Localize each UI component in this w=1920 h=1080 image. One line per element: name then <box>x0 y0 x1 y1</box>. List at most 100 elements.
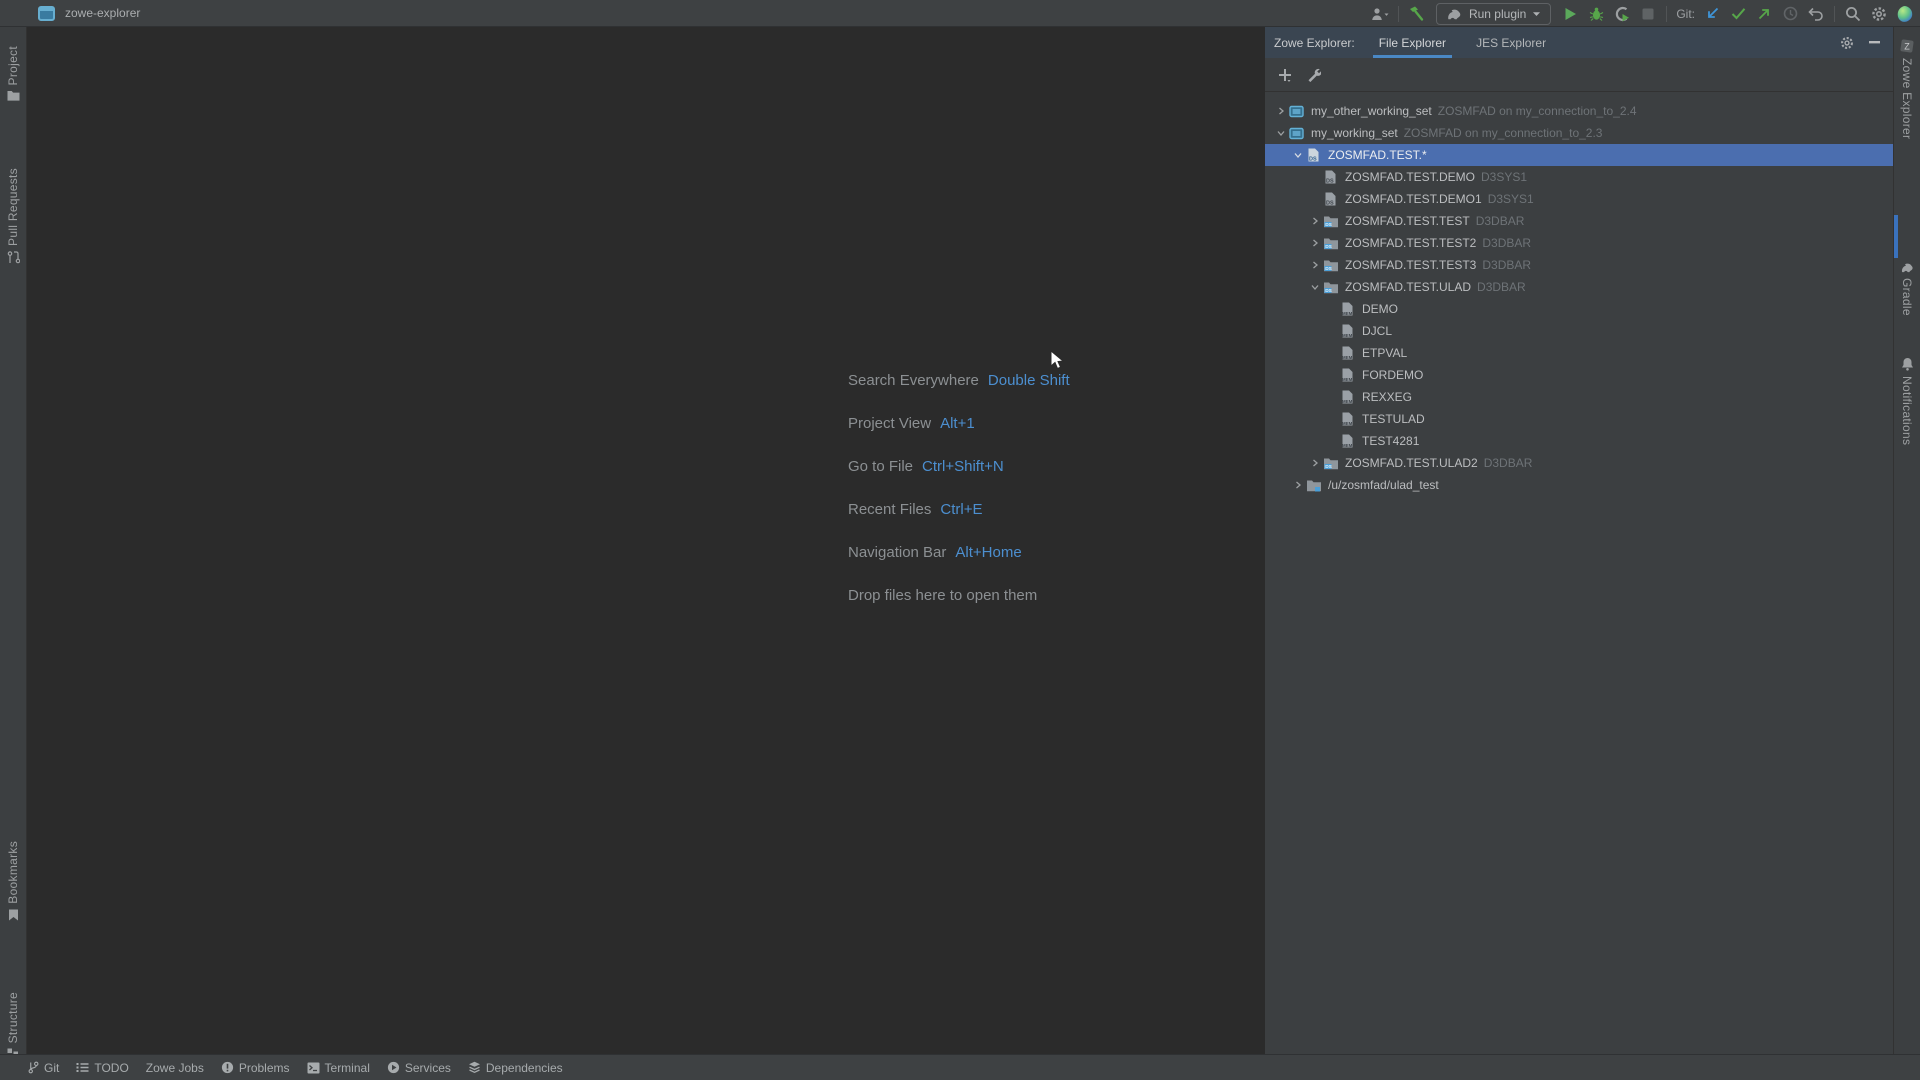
panel-settings-gear-icon[interactable] <box>1840 36 1854 50</box>
gradle-elephant-icon <box>1900 262 1915 273</box>
chevron-right-icon[interactable] <box>1307 459 1323 467</box>
dataset-mask-icon: DS <box>1306 148 1323 162</box>
svg-text:MEM: MEM <box>1342 443 1353 448</box>
code-with-me-sphere-icon[interactable] <box>1892 2 1918 26</box>
git-update-button[interactable] <box>1699 2 1725 26</box>
chevron-down-icon[interactable] <box>1273 129 1289 137</box>
tool-window-header: Zowe Explorer: File Explorer JES Explore… <box>1265 27 1893 58</box>
sidebar-item-zowe-explorer[interactable]: Z Zowe Explorer <box>1894 39 1920 139</box>
user-account-button[interactable] <box>1367 2 1393 26</box>
tree-row[interactable]: DS ZOSMFAD.TEST.ULAD D3DBAR <box>1265 276 1893 298</box>
tree-row[interactable]: my_working_set ZOSMFAD on my_connection_… <box>1265 122 1893 144</box>
statusbar-zowe-jobs[interactable]: Zowe Jobs <box>146 1061 204 1075</box>
working-set-icon <box>1289 127 1306 140</box>
right-tool-stripe: Z Zowe Explorer Gradle Notifications <box>1893 27 1920 1054</box>
tree-row[interactable]: MEM REXXEG <box>1265 386 1893 408</box>
search-everywhere-button[interactable] <box>1840 2 1866 26</box>
statusbar-dependencies[interactable]: Dependencies <box>468 1061 563 1075</box>
tree-row[interactable]: DS ZOSMFAD.TEST.TEST D3DBAR <box>1265 210 1893 232</box>
svg-text:DS: DS <box>1325 244 1332 250</box>
tab-jes-explorer[interactable]: JES Explorer <box>1476 27 1546 58</box>
svg-text:DS: DS <box>1326 201 1334 207</box>
statusbar-todo[interactable]: TODO <box>76 1061 128 1075</box>
rollback-undo-button[interactable] <box>1803 2 1829 26</box>
uss-folder-icon <box>1306 479 1323 492</box>
toolbar-separator <box>1834 6 1835 22</box>
tree-row[interactable]: DS ZOSMFAD.TEST.TEST2 D3DBAR <box>1265 232 1893 254</box>
chevron-right-icon[interactable] <box>1307 239 1323 247</box>
add-button[interactable] <box>1278 68 1292 82</box>
stop-button[interactable] <box>1635 2 1661 26</box>
svg-text:DS: DS <box>1325 464 1332 470</box>
svg-text:MEM: MEM <box>1342 377 1353 382</box>
status-bar: Git TODO Zowe Jobs Problems Terminal Ser… <box>0 1054 1920 1080</box>
dataset-folder-icon: DS <box>1323 215 1340 228</box>
svg-text:MEM: MEM <box>1342 355 1353 360</box>
svg-text:MEM: MEM <box>1342 399 1353 404</box>
tree-row[interactable]: DS ZOSMFAD.TEST.DEMO1 D3SYS1 <box>1265 188 1893 210</box>
editor-area <box>28 27 1264 1054</box>
tree-row[interactable]: DS ZOSMFAD.TEST.ULAD2 D3DBAR <box>1265 452 1893 474</box>
statusbar-terminal[interactable]: Terminal <box>307 1061 370 1075</box>
svg-text:Z: Z <box>1904 41 1910 51</box>
svg-text:DS: DS <box>1309 157 1317 163</box>
tree-row[interactable]: DS ZOSMFAD.TEST.TEST3 D3DBAR <box>1265 254 1893 276</box>
tree-row[interactable]: MEM ETPVAL <box>1265 342 1893 364</box>
statusbar-git[interactable]: Git <box>28 1061 59 1075</box>
settings-gear-button[interactable] <box>1866 2 1892 26</box>
run-configuration-select[interactable]: Run plugin <box>1436 3 1551 25</box>
chevron-down-icon <box>1532 11 1541 17</box>
folder-icon <box>7 90 20 101</box>
member-file-icon: MEM <box>1340 302 1357 316</box>
app-window-icon[interactable] <box>38 6 55 21</box>
dataset-folder-icon: DS <box>1323 237 1340 250</box>
sidebar-item-project[interactable]: Project <box>0 46 26 101</box>
tab-file-explorer[interactable]: File Explorer <box>1379 27 1446 58</box>
tree-row[interactable]: MEM FORDEMO <box>1265 364 1893 386</box>
history-clock-button[interactable] <box>1777 2 1803 26</box>
chevron-right-icon[interactable] <box>1273 107 1289 115</box>
tool-window-title: Zowe Explorer: <box>1274 36 1355 50</box>
hide-panel-icon[interactable] <box>1869 41 1880 44</box>
chevron-down-icon[interactable] <box>1290 151 1306 159</box>
chevron-right-icon[interactable] <box>1307 261 1323 269</box>
svg-text:DS: DS <box>1325 266 1332 272</box>
run-button[interactable] <box>1557 2 1583 26</box>
wrench-settings-button[interactable] <box>1307 68 1321 82</box>
tree-row[interactable]: /u/zosmfad/ulad_test <box>1265 474 1893 496</box>
dataset-folder-icon: DS <box>1323 281 1340 294</box>
statusbar-services[interactable]: Services <box>387 1061 451 1075</box>
tree-row[interactable]: MEM DJCL <box>1265 320 1893 342</box>
chevron-right-icon[interactable] <box>1307 217 1323 225</box>
working-set-icon <box>1289 105 1306 118</box>
chevron-right-icon[interactable] <box>1290 481 1306 489</box>
chevron-down-icon[interactable] <box>1307 283 1323 291</box>
svg-text:MEM: MEM <box>1342 311 1353 316</box>
debug-button[interactable] <box>1583 2 1609 26</box>
shortcut-hint-row: Project View Alt+1 <box>848 415 1070 458</box>
svg-text:DS: DS <box>1326 179 1334 185</box>
git-label: Git: <box>1676 7 1695 21</box>
bell-icon <box>1901 357 1914 371</box>
bookmark-icon <box>8 909 19 921</box>
tree-row[interactable]: MEM DEMO <box>1265 298 1893 320</box>
sidebar-item-notifications[interactable]: Notifications <box>1894 357 1920 445</box>
services-icon <box>387 1061 400 1074</box>
zowe-explorer-panel: Zowe Explorer: File Explorer JES Explore… <box>1265 27 1893 1054</box>
tree-row[interactable]: MEM TESTULAD <box>1265 408 1893 430</box>
sidebar-item-pull-requests[interactable]: Pull Requests <box>0 168 26 264</box>
toolbar-separator <box>1666 6 1667 22</box>
sidebar-item-gradle[interactable]: Gradle <box>1894 262 1920 316</box>
main-toolbar: Run plugin Git: <box>1367 0 1918 27</box>
tree-row[interactable]: MEM TEST4281 <box>1265 430 1893 452</box>
git-commit-button[interactable] <box>1725 2 1751 26</box>
profiler-button[interactable] <box>1609 2 1635 26</box>
sidebar-item-structure[interactable]: Structure <box>0 992 26 1059</box>
tree-row[interactable]: DS ZOSMFAD.TEST.DEMO D3SYS1 <box>1265 166 1893 188</box>
sidebar-item-bookmarks[interactable]: Bookmarks <box>0 841 26 921</box>
tree-row[interactable]: my_other_working_set ZOSMFAD on my_conne… <box>1265 100 1893 122</box>
git-push-button[interactable] <box>1751 2 1777 26</box>
tree-row-selected[interactable]: DS ZOSMFAD.TEST.* <box>1265 144 1893 166</box>
build-hammer-button[interactable] <box>1404 2 1430 26</box>
statusbar-problems[interactable]: Problems <box>221 1061 290 1075</box>
